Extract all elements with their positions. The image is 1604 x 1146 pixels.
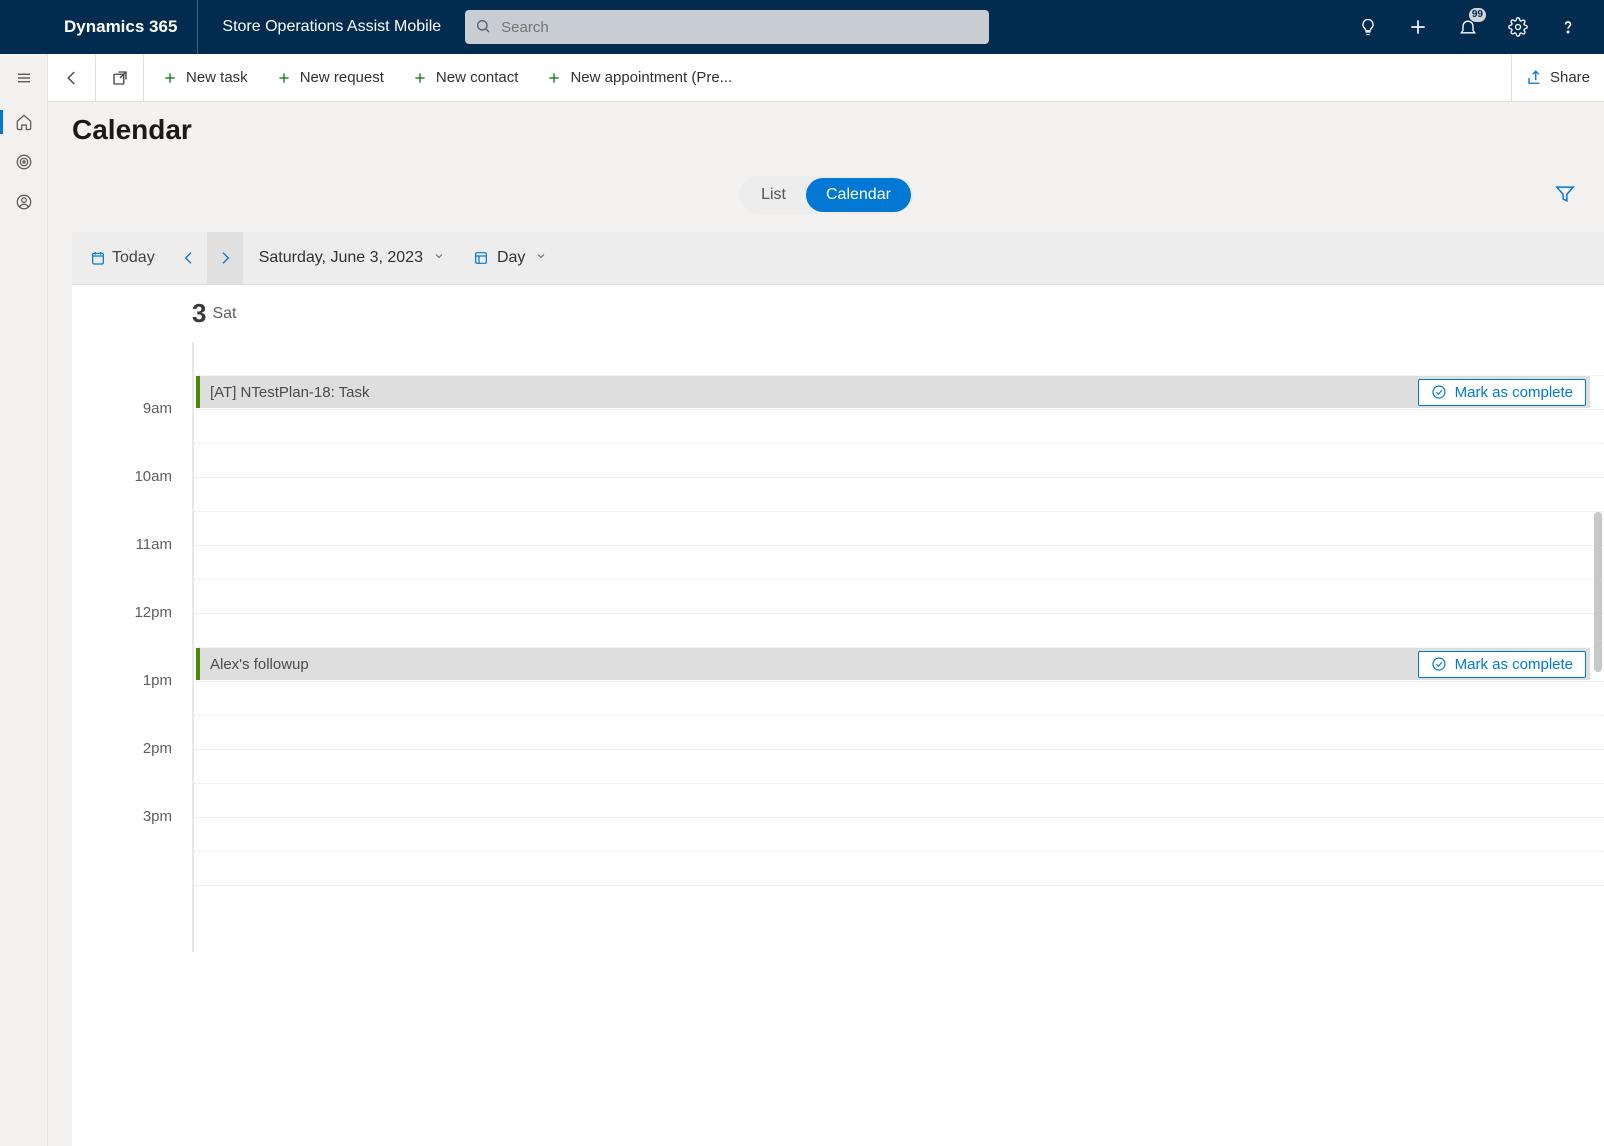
command-buttons: New task New request New contact New app… — [144, 54, 1511, 101]
cmd-new-appointment[interactable]: New appointment (Pre... — [532, 54, 746, 101]
chevron-down-icon — [535, 249, 547, 267]
view-list-pill[interactable]: List — [741, 178, 806, 212]
event-title: Alex's followup — [210, 656, 1418, 673]
calendar-date-label: Saturday, June 3, 2023 — [259, 249, 423, 267]
calendar-event[interactable]: Alex's followup Mark as complete — [196, 648, 1590, 680]
cmd-label: New request — [300, 69, 384, 86]
calendar-day-header: 3 Sat — [72, 284, 1604, 342]
share-label: Share — [1550, 69, 1590, 86]
calendar-view-picker[interactable]: Day — [461, 249, 559, 267]
cmd-new-request[interactable]: New request — [262, 54, 398, 101]
brand-group: Dynamics 365 Store Operations Assist Mob… — [0, 0, 465, 54]
search-wrap — [465, 10, 1344, 44]
search-icon — [475, 18, 499, 37]
today-button[interactable]: Today — [80, 232, 165, 284]
calendar-grid: 8am9am10am11am12pm1pm2pm3pm[AT] NTestPla… — [192, 342, 1604, 952]
open-newwindow-icon[interactable] — [96, 54, 144, 101]
left-rail — [0, 54, 48, 1146]
back-button[interactable] — [48, 54, 96, 101]
scrollbar-thumb[interactable] — [1594, 512, 1602, 672]
time-label: 1pm — [74, 672, 184, 689]
today-label: Today — [112, 249, 155, 267]
global-topbar: Dynamics 365 Store Operations Assist Mob… — [0, 0, 1604, 54]
filter-icon[interactable] — [1554, 183, 1576, 208]
time-label: 3pm — [74, 808, 184, 825]
calendar-hour-row[interactable]: 9am — [194, 410, 1604, 478]
prev-day-button[interactable] — [171, 232, 207, 284]
calendar-grid-scroll[interactable]: 8am9am10am11am12pm1pm2pm3pm[AT] NTestPla… — [72, 342, 1604, 1146]
chevron-down-icon — [433, 249, 445, 267]
page-title: Calendar — [48, 102, 1604, 158]
cmd-label: New appointment (Pre... — [570, 69, 732, 86]
time-label: 2pm — [74, 740, 184, 757]
calendar-event[interactable]: [AT] NTestPlan-18: Task Mark as complete — [196, 376, 1590, 408]
topbar-actions: 99 — [1344, 0, 1592, 54]
calendar-date-picker[interactable]: Saturday, June 3, 2023 — [249, 249, 455, 267]
view-toggle-row: List Calendar — [48, 158, 1604, 232]
calendar-hour-row[interactable]: 3pm — [194, 818, 1604, 886]
help-icon[interactable] — [1544, 0, 1592, 54]
search-input[interactable] — [499, 18, 979, 37]
view-calendar-pill[interactable]: Calendar — [806, 178, 911, 212]
nav-home[interactable] — [0, 102, 47, 142]
cmd-new-task[interactable]: New task — [148, 54, 262, 101]
share-button[interactable]: Share — [1511, 54, 1604, 101]
notification-badge: 99 — [1469, 8, 1486, 22]
day-abbrev: Sat — [212, 305, 236, 323]
settings-icon[interactable] — [1494, 0, 1542, 54]
page-body: Calendar List Calendar Today — [48, 102, 1604, 1146]
cmd-new-contact[interactable]: New contact — [398, 54, 533, 101]
app-name[interactable]: Store Operations Assist Mobile — [198, 0, 465, 54]
calendar-hour-row[interactable]: 10am — [194, 478, 1604, 546]
time-label: 10am — [74, 468, 184, 485]
nav-target[interactable] — [0, 142, 47, 182]
calendar-hour-row[interactable]: 2pm — [194, 750, 1604, 818]
global-search[interactable] — [465, 10, 989, 44]
nav-profile[interactable] — [0, 182, 47, 222]
mark-complete-label: Mark as complete — [1455, 384, 1573, 401]
cmd-label: New contact — [436, 69, 519, 86]
time-label: 9am — [74, 400, 184, 417]
calendar-hour-row[interactable]: 11am — [194, 546, 1604, 614]
mark-complete-button[interactable]: Mark as complete — [1418, 651, 1586, 678]
mark-complete-label: Mark as complete — [1455, 656, 1573, 673]
event-title: [AT] NTestPlan-18: Task — [210, 384, 1418, 401]
next-day-button[interactable] — [207, 232, 243, 284]
notifications-icon[interactable]: 99 — [1444, 0, 1492, 54]
hamburger-icon[interactable] — [0, 54, 47, 102]
calendar-hour-row[interactable]: 1pm — [194, 682, 1604, 750]
mark-complete-button[interactable]: Mark as complete — [1418, 379, 1586, 406]
day-number: 3 — [192, 298, 206, 329]
calendar-view-label: Day — [497, 249, 525, 267]
command-bar: New task New request New contact New app… — [0, 54, 1604, 102]
time-label: 12pm — [74, 604, 184, 621]
calendar-controls: Today Saturday, June 3, 2023 — [72, 232, 1604, 284]
brand-label[interactable]: Dynamics 365 — [0, 0, 198, 54]
time-label: 11am — [74, 536, 184, 553]
add-icon[interactable] — [1394, 0, 1442, 54]
cmd-label: New task — [186, 69, 248, 86]
lightbulb-icon[interactable] — [1344, 0, 1392, 54]
view-toggle: List Calendar — [739, 176, 913, 214]
